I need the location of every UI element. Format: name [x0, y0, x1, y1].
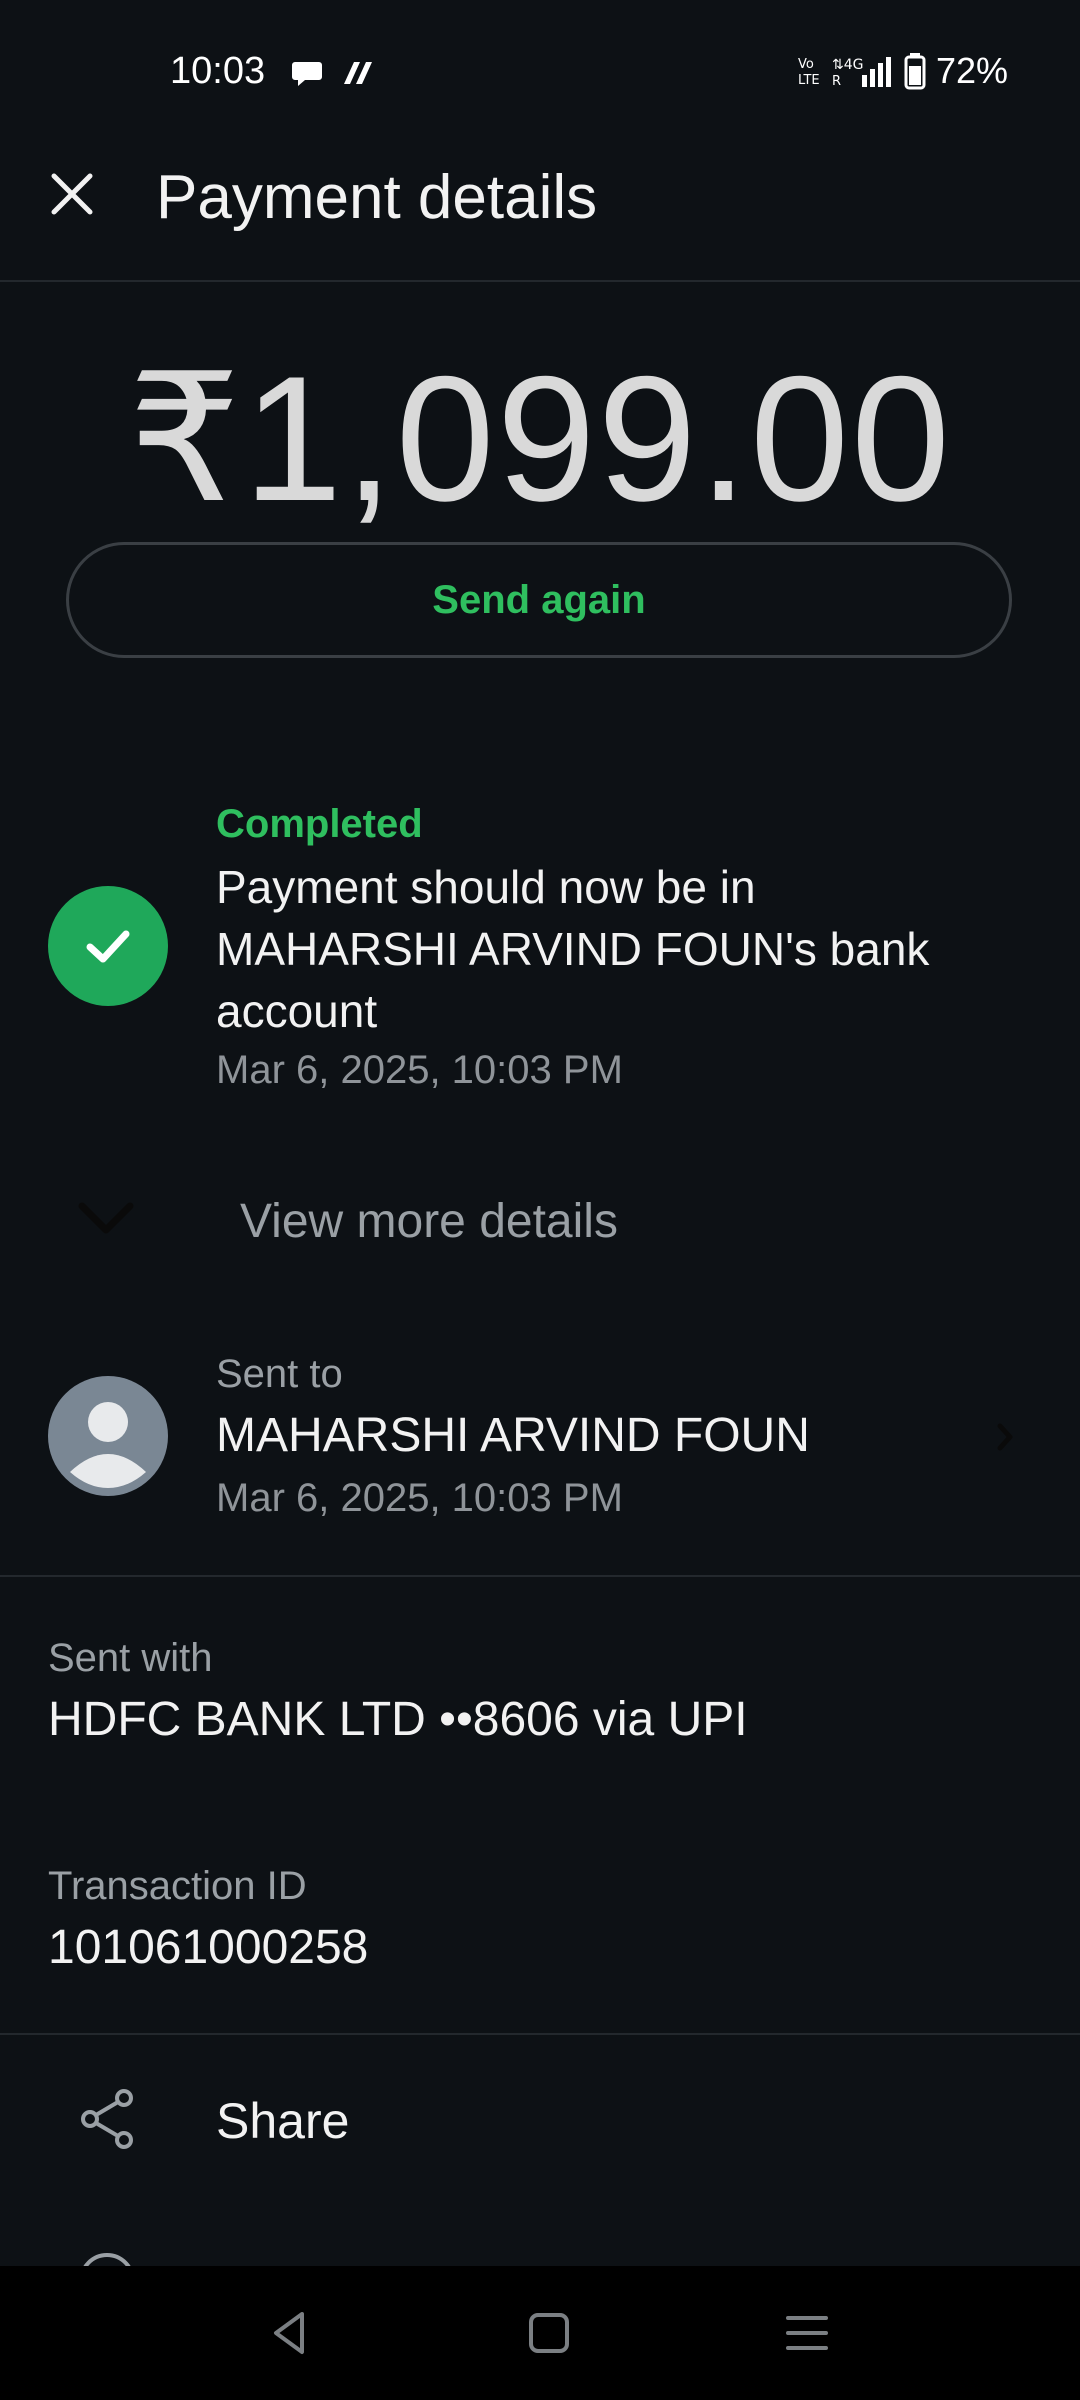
view-more-details-link[interactable]: View more details — [240, 1194, 618, 1249]
4g-signal-icon: ⇅4G R — [832, 57, 891, 89]
volte-icon: Vo LTE — [798, 57, 820, 88]
status-timestamp: Mar 6, 2025, 10:03 PM — [216, 1048, 623, 1092]
transaction-id-value: 101061000258 — [48, 1921, 369, 1974]
share-button[interactable]: Share — [216, 2092, 349, 2150]
payment-amount: ₹1,099.00 — [127, 339, 953, 538]
status-time: 10:03 — [170, 50, 266, 92]
send-again-label: Send again — [432, 577, 646, 622]
close-icon[interactable] — [48, 170, 96, 218]
status-message: Payment should now be in MAHARSHI ARVIND… — [216, 861, 930, 1037]
back-nav-icon[interactable] — [264, 2306, 318, 2360]
check-circle-icon — [48, 886, 168, 1006]
person-icon — [70, 1402, 146, 1488]
header-divider — [0, 280, 1080, 282]
sent-with-label: Sent with — [48, 1636, 213, 1680]
chevron-right-icon[interactable] — [996, 1422, 1016, 1452]
status-label: Completed — [216, 802, 423, 846]
home-nav-icon[interactable] — [522, 2306, 576, 2360]
chat-bubble-icon — [292, 62, 322, 86]
app-notification-icon — [344, 62, 372, 84]
section-divider — [0, 2033, 1080, 2035]
send-again-button[interactable]: Send again — [66, 542, 1012, 658]
share-icon[interactable] — [78, 2088, 138, 2150]
svg-text:R: R — [832, 74, 841, 89]
recents-nav-icon[interactable] — [780, 2306, 834, 2360]
sent-with-value: HDFC BANK LTD ••8606 via UPI — [48, 1693, 748, 1746]
avatar — [48, 1376, 168, 1496]
sent-to-timestamp: Mar 6, 2025, 10:03 PM — [216, 1476, 623, 1520]
battery-icon — [904, 53, 926, 90]
section-divider — [0, 1575, 1080, 1577]
notification-icons — [290, 56, 376, 90]
svg-text:LTE: LTE — [798, 73, 820, 88]
page-title: Payment details — [156, 163, 598, 232]
chevron-down-icon[interactable] — [76, 1198, 136, 1238]
svg-text:Vo: Vo — [798, 57, 814, 72]
battery-percentage: 72% — [935, 50, 1008, 91]
svg-text:⇅4G: ⇅4G — [832, 57, 864, 73]
transaction-id-label: Transaction ID — [48, 1864, 307, 1908]
system-status: Vo LTE ⇅4G R 72% — [798, 50, 1008, 92]
sent-to-label: Sent to — [216, 1352, 343, 1396]
checkmark-icon — [86, 930, 130, 963]
recipient-name[interactable]: MAHARSHI ARVIND FOUN — [216, 1408, 810, 1463]
